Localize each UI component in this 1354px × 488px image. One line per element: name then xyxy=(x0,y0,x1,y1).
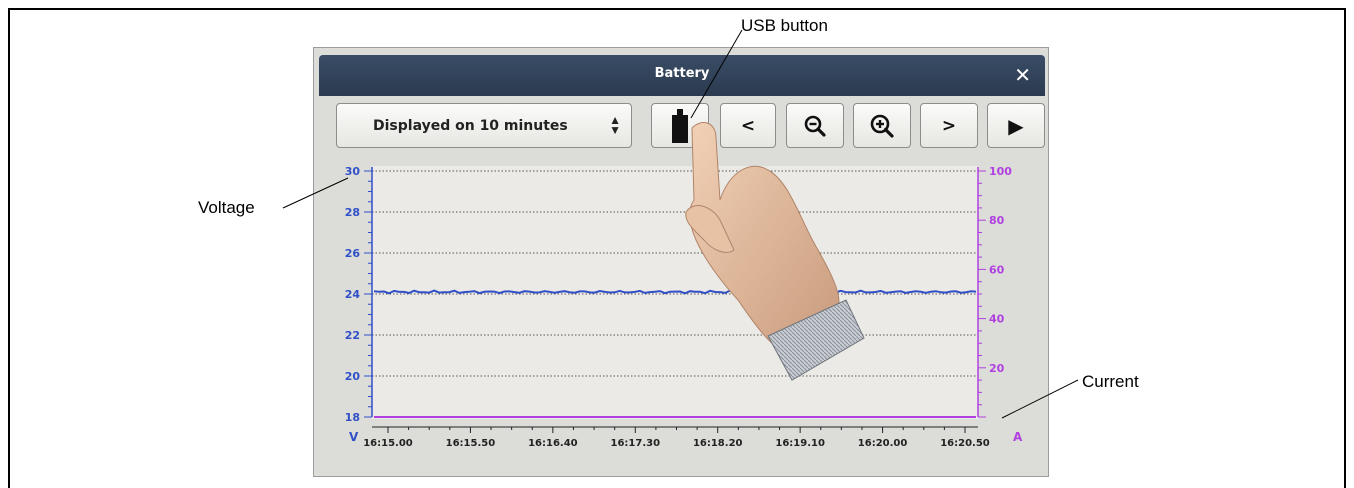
right-axis-tick-label: 100 xyxy=(989,165,1012,178)
x-axis-tick-label: 16:20.50 xyxy=(940,438,990,449)
battery-chart: 18 20 22 24 26 28 30 V 20 40 60 80 100 A 16:15.00 16:15… xyxy=(345,165,1023,449)
right-axis-tick-label: 60 xyxy=(989,263,1005,276)
left-axis-tick-label: 28 xyxy=(345,206,360,219)
x-axis-tick-label: 16:20.00 xyxy=(858,438,908,449)
left-axis-tick-label: 20 xyxy=(345,370,361,383)
x-axis-tick-label: 16:18.20 xyxy=(693,438,743,449)
left-axis-tick-label: 26 xyxy=(345,247,361,260)
x-axis-tick-label: 16:15.50 xyxy=(446,438,496,449)
right-axis-tick-label: 40 xyxy=(989,313,1005,326)
x-axis-tick-label: 16:17.30 xyxy=(611,438,661,449)
left-axis-tick-label: 18 xyxy=(345,411,360,424)
right-axis-unit: A xyxy=(1013,430,1023,444)
left-axis-unit: V xyxy=(349,430,359,444)
x-axis-tick-label: 16:15.00 xyxy=(363,438,413,449)
x-axis-tick-label: 16:16.40 xyxy=(528,438,578,449)
x-axis-tick-label: 16:19.10 xyxy=(775,438,825,449)
left-axis-tick-label: 22 xyxy=(345,329,360,342)
left-axis-tick-label: 24 xyxy=(345,288,361,301)
voltage-series-line xyxy=(373,289,977,295)
right-axis-tick-label: 20 xyxy=(989,362,1005,375)
left-axis-tick-label: 30 xyxy=(345,165,361,178)
right-axis-tick-label: 80 xyxy=(989,214,1005,227)
